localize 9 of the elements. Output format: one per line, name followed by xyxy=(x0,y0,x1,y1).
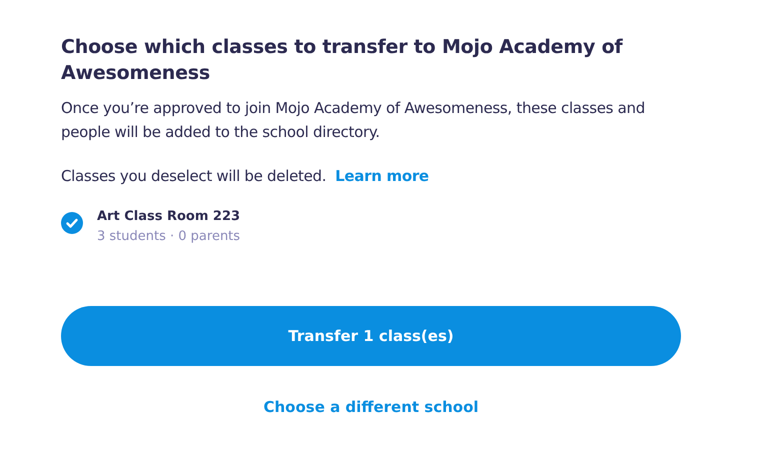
checkbox[interactable] xyxy=(61,212,83,234)
description-text: Once you’re approved to join Mojo Academy of Awesomeness, these classes and people will be added to the school directory. xyxy=(61,98,646,143)
learn-more-link[interactable]: Learn more xyxy=(335,167,429,185)
transfer-button[interactable]: Transfer 1 class(es) xyxy=(61,306,681,366)
class-name: Art Class Room 223 xyxy=(97,208,240,226)
choose-school-link[interactable]: Choose a different school xyxy=(263,398,479,416)
heading: Choose which classes to transfer to Mojo Academy of Awesomeness xyxy=(61,35,624,86)
notice-text: Classes you deselect will be deleted. Learn more xyxy=(61,166,430,187)
class-details: 3 students · 0 parents xyxy=(97,228,240,246)
